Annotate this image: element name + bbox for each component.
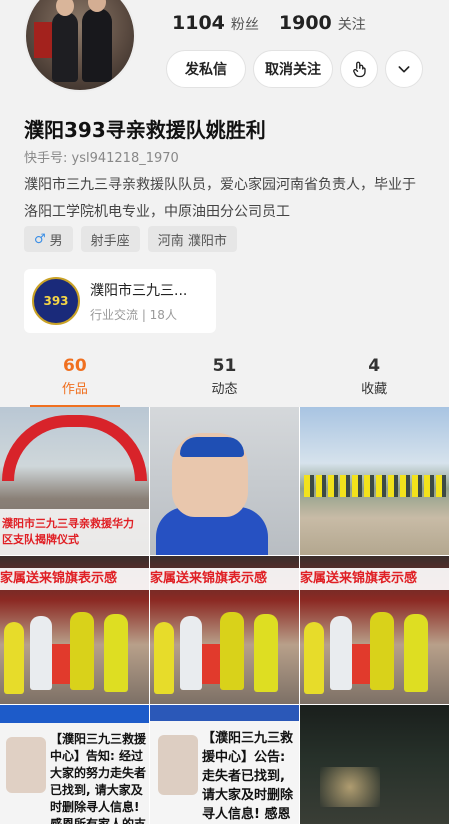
following-label: 关注 [337,17,366,33]
tab-moments[interactable]: 51 动态 [150,356,300,406]
work-caption: 家属送来锦旗表示感 [0,568,149,590]
gender-label: 男 [49,233,63,249]
tab-favorites-label: 收藏 [361,382,388,397]
profile-bio: 濮阳市三九三寻亲救援队队员，爱心家园河南省负责人，毕业于洛阳工学院机电专业，中原… [24,177,416,220]
unfollow-button[interactable]: 取消关注 [253,50,333,88]
stats-bar: 1104 粉丝 1900 关注 [172,12,366,34]
zodiac-tag: 射手座 [80,226,140,252]
group-card[interactable]: 393 濮阳市三九三... 行业交流 | 18人 [24,269,216,333]
tab-works-label: 作品 [61,382,88,397]
work-caption: 家属送来锦旗表示感 [300,568,449,590]
work-item[interactable] [300,407,449,555]
gender-tag: ♂ 男 [24,226,73,252]
following-stat[interactable]: 1900 关注 [279,12,366,34]
tab-moments-label: 动态 [211,382,238,397]
profile-header: 1104 粉丝 1900 关注 发私信 取消关注 濮阳393寻亲救援队姚胜利 快… [0,0,449,407]
work-caption: 区支队揭牌仪式 [2,533,79,546]
touch-icon [353,61,366,78]
male-icon: ♂ [34,231,46,247]
work-caption: 濮阳市三九三寻亲救援华力 [2,517,134,530]
followers-label: 粉丝 [230,17,259,33]
followers-stat[interactable]: 1104 粉丝 [172,12,259,34]
work-item[interactable]: 【濮阳三九三救援中心】告知: 经过大家的努力走失者已找到, 请大家及时删除寻人信… [0,705,149,824]
kuaishou-id[interactable]: 快手号: ysl941218_1970 [24,147,179,166]
work-item[interactable]: 濮阳市三九三寻亲救援华力 区支队揭牌仪式 [0,407,149,555]
tab-moments-count: 51 [212,356,237,376]
work-caption: 【濮阳三九三救援中心】公告: 走失者已找到, 请大家及时删除寻人信息! 感恩 [202,731,294,822]
group-title: 濮阳市三九三... [90,282,188,299]
works-grid: 濮阳市三九三寻亲救援华力 区支队揭牌仪式 家属送来锦旗表示感 家属送来锦旗表示感… [0,407,449,824]
tab-favorites[interactable]: 4 收藏 [299,356,449,406]
group-logo-text: 393 [43,294,69,308]
location-tag: 河南 濮阳市 [147,226,237,252]
work-item[interactable]: 家属送来锦旗表示感 [150,556,299,704]
profile-tabs: 60 作品 51 动态 4 收藏 [0,356,449,406]
tab-works-count: 60 [63,356,87,376]
work-item[interactable] [150,407,299,555]
touch-button[interactable] [340,50,378,88]
profile-name: 濮阳393寻亲救援队姚胜利 [24,118,266,142]
tab-works[interactable]: 60 作品 [0,356,150,406]
tab-favorites-count: 4 [368,356,381,376]
followers-count: 1104 [172,12,225,34]
group-subtitle: 行业交流 | 18人 [90,307,177,322]
work-item[interactable]: 家属送来锦旗表示感 [300,556,449,704]
more-button[interactable] [385,50,423,88]
profile-tags: ♂ 男 射手座 河南 濮阳市 [24,226,237,252]
send-message-button[interactable]: 发私信 [166,50,246,88]
work-caption: 家属送来锦旗表示感 [150,568,299,590]
following-count: 1900 [278,12,332,34]
chevron-down-icon [398,66,410,73]
work-item[interactable]: 家属送来锦旗表示感 [0,556,149,704]
avatar[interactable] [24,0,136,92]
work-caption: 【濮阳三九三救援中心】告知: 经过大家的努力走失者已找到, 请大家及时删除寻人信… [50,732,147,824]
group-logo: 393 [32,277,80,325]
work-item[interactable]: 【濮阳三九三救援中心】公告: 走失者已找到, 请大家及时删除寻人信息! 感恩 [150,705,299,824]
work-item[interactable] [300,705,449,824]
